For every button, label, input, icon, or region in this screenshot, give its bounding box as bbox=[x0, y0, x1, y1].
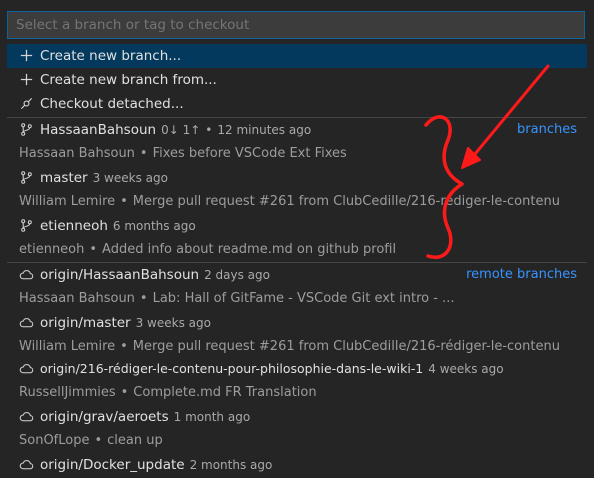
branch-time: 12 minutes ago bbox=[217, 123, 312, 137]
branch-name: master bbox=[40, 170, 88, 186]
action-label: Create new branch... bbox=[40, 48, 182, 64]
cloud-icon bbox=[19, 409, 34, 424]
commit-detail: RussellJimmies • Complete.md FR Translatio… bbox=[19, 381, 317, 405]
create-new-branch-from-item[interactable]: Create new branch from... bbox=[7, 68, 587, 92]
separator: • bbox=[120, 194, 128, 209]
commit-message: Complete.md FR Translation bbox=[133, 385, 317, 400]
commit-author: etienneoh bbox=[19, 242, 85, 257]
separator: • bbox=[89, 242, 98, 257]
commit-message: Lab: Hall of GitFame - VSCode Git ext in… bbox=[152, 291, 455, 306]
sync-bullet: • bbox=[205, 123, 213, 137]
branch-item-hassaanbahsoun[interactable]: HassaanBahsoun 0↓ 1↑ • 12 minutes ago branc… bbox=[7, 118, 587, 166]
branch-picker: Create new branch... Create new branch f… bbox=[0, 0, 594, 478]
branch-name: origin/master bbox=[40, 315, 131, 331]
plus-icon bbox=[19, 72, 34, 87]
commit-message: Added info about readme.md on github pro… bbox=[102, 242, 397, 257]
branch-name: origin/216-rédiger-le-contenu-pour-philo… bbox=[40, 361, 424, 376]
action-label: Create new branch from... bbox=[40, 72, 217, 88]
commit-author: William Lemire bbox=[19, 339, 116, 354]
cloud-icon bbox=[19, 267, 34, 282]
commit-message: clean up bbox=[107, 433, 163, 448]
cloud-icon bbox=[19, 361, 34, 376]
git-branch-icon bbox=[19, 122, 34, 137]
remote-branch-item-origin-grav-aeroets[interactable]: origin/grav/aeroets 1 month ago SonOfLope… bbox=[7, 405, 587, 453]
separator: • bbox=[120, 339, 128, 354]
remote-branch-item-origin-216[interactable]: origin/216-rédiger-le-contenu-pour-philo… bbox=[7, 357, 587, 405]
branch-name: origin/HassaanBahsoun bbox=[40, 267, 200, 283]
branch-time: 2 months ago bbox=[189, 458, 273, 472]
branch-time: 2 days ago bbox=[204, 268, 270, 282]
separator: • bbox=[139, 146, 148, 161]
cloud-icon bbox=[19, 457, 34, 472]
git-branch-icon bbox=[19, 170, 34, 185]
branch-time: 3 weeks ago bbox=[92, 171, 168, 185]
branch-name: HassaanBahsoun bbox=[40, 122, 157, 138]
commit-author: RussellJimmies bbox=[19, 385, 116, 400]
remote-branch-item-origin-master[interactable]: origin/master 3 weeks ago William Lemire •… bbox=[7, 311, 587, 359]
branch-time: 1 month ago bbox=[173, 410, 251, 424]
cloud-icon bbox=[19, 315, 34, 330]
commit-message: Merge pull request #261 from ClubCedille… bbox=[132, 194, 560, 209]
branches-group-label: branches bbox=[517, 122, 577, 137]
branch-item-master[interactable]: master 3 weeks ago William Lemire • Merge p… bbox=[7, 166, 587, 214]
separator: • bbox=[139, 291, 148, 306]
branch-item-etienneoh[interactable]: etienneoh 6 months ago etienneoh • Added in… bbox=[7, 214, 587, 262]
plus-icon bbox=[19, 48, 34, 63]
action-label: Checkout detached... bbox=[40, 96, 184, 112]
branch-time: 6 months ago bbox=[112, 219, 196, 233]
commit-message: Fixes before VSCode Ext Fixes bbox=[152, 146, 347, 161]
branch-name: origin/grav/aeroets bbox=[40, 409, 169, 425]
commit-detail: Hassaan Bahsoun • Lab: Hall of GitFame - V… bbox=[19, 287, 454, 311]
separator: • bbox=[120, 385, 129, 400]
commit-author: SonOfLope bbox=[19, 433, 90, 448]
remote-branch-item-origin-hassaanbahsoun[interactable]: origin/HassaanBahsoun 2 days ago remote b… bbox=[7, 263, 587, 311]
branch-time: 3 weeks ago bbox=[135, 316, 211, 330]
commit-detail: Hassaan Bahsoun • Fixes before VSCode Ext … bbox=[19, 142, 347, 166]
branch-name: origin/Docker_update bbox=[40, 457, 185, 473]
checkout-detached-item[interactable]: Checkout detached... bbox=[7, 92, 587, 116]
create-new-branch-item[interactable]: Create new branch... bbox=[7, 44, 587, 68]
branch-name: etienneoh bbox=[40, 218, 108, 234]
git-commit-icon bbox=[19, 96, 34, 111]
commit-detail: SonOfLope • clean up bbox=[19, 429, 163, 453]
commit-message: Merge pull request #261 from ClubCedille… bbox=[132, 339, 560, 354]
separator: • bbox=[94, 433, 103, 448]
commit-author: William Lemire bbox=[19, 194, 116, 209]
branch-search-input[interactable] bbox=[7, 11, 585, 39]
git-branch-icon bbox=[19, 218, 34, 233]
branch-time: 4 weeks ago bbox=[428, 362, 504, 376]
commit-author: Hassaan Bahsoun bbox=[19, 146, 135, 161]
remote-branches-group-label: remote branches bbox=[466, 267, 577, 282]
remote-branch-item-origin-docker-update[interactable]: origin/Docker_update 2 months ago bbox=[7, 453, 587, 477]
commit-detail: William Lemire • Merge pull request #261 f… bbox=[19, 335, 560, 359]
commit-detail: William Lemire • Merge pull request #261 f… bbox=[19, 190, 560, 214]
commit-detail: etienneoh • Added info about readme.md on … bbox=[19, 238, 396, 262]
sync-status: 0↓ 1↑ bbox=[161, 123, 201, 137]
commit-author: Hassaan Bahsoun bbox=[19, 291, 135, 306]
